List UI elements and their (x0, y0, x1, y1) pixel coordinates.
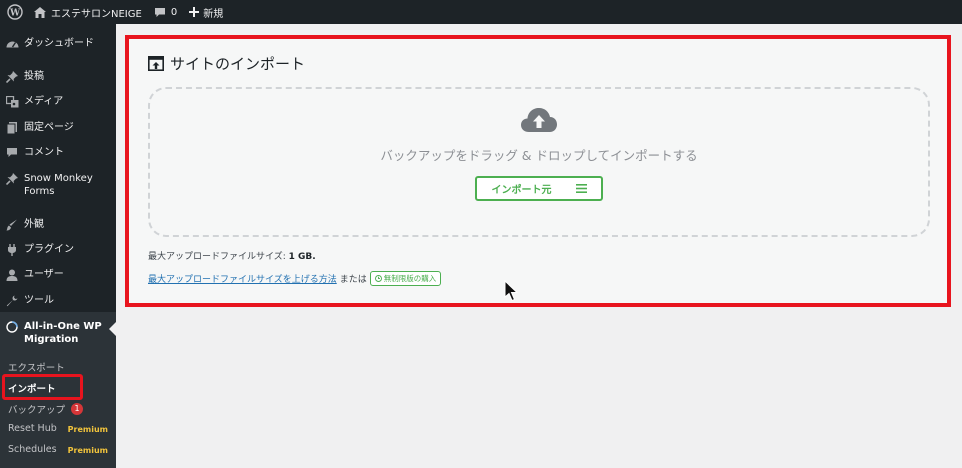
comment-icon (0, 146, 24, 158)
max-upload-size: 最大アップロードファイルサイズ: 1 GB. (148, 252, 316, 262)
sidebar-item-media[interactable]: メディア (0, 95, 116, 108)
page-title: サイトのインポート (148, 53, 305, 74)
page-title-text: サイトのインポート (170, 55, 306, 73)
submenu-item-reset-hub[interactable]: Reset Hub (8, 423, 57, 434)
dashboard-icon (0, 37, 24, 49)
submenu-item-schedules[interactable]: Schedules (8, 444, 57, 455)
migration-icon (0, 320, 24, 333)
sidebar-item-plugins[interactable]: プラグイン (0, 243, 116, 256)
comments-count: 0 (170, 6, 178, 18)
admin-bar: W エステサロンNEIGE 0 新規 (0, 0, 962, 24)
sidebar-item-pages[interactable]: 固定ページ (0, 121, 116, 134)
svg-text:W: W (9, 9, 21, 19)
clock-icon (374, 275, 382, 282)
media-icon (0, 95, 24, 108)
import-from-button[interactable]: インポート元 (475, 176, 603, 201)
site-name: エステサロンNEIGE (51, 8, 142, 20)
pin-icon (0, 172, 24, 185)
backup-count-badge: 1 (71, 403, 84, 415)
drop-zone-text: バックアップをドラッグ & ドロップしてインポートする (380, 148, 698, 163)
buy-unlimited-button[interactable]: 無制限版の購入 (369, 271, 442, 286)
sidebar-item-dashboard[interactable]: ダッシュボード (0, 37, 116, 50)
plugin-icon (0, 243, 24, 256)
sidebar-item-all-in-one-wp-migration[interactable]: All-in-One WP Migration (0, 312, 116, 346)
appearance-icon (0, 218, 24, 231)
sidebar-item-posts[interactable]: 投稿 (0, 70, 116, 83)
comments-link[interactable]: 0 (148, 0, 183, 24)
mouse-cursor-icon (504, 279, 520, 306)
site-name-link[interactable]: エステサロンNEIGE (28, 0, 148, 24)
max-upload-size-value: 1 GB. (288, 252, 316, 262)
premium-tag: Premium (67, 425, 108, 434)
submenu: エクスポート インポート バックアップ 1 Reset Hub Premium … (0, 346, 116, 468)
submenu-item-backup[interactable]: バックアップ 1 (8, 402, 84, 416)
comment-icon (154, 7, 166, 18)
pin-icon (0, 70, 24, 83)
plus-icon (189, 7, 200, 17)
admin-sidebar: ダッシュボード 投稿 メディア 固定ページ コメント Snow Monkey F… (0, 24, 116, 468)
menu-icon (575, 184, 587, 193)
sidebar-item-comments[interactable]: コメント (0, 146, 116, 159)
sidebar-item-users[interactable]: ユーザー (0, 268, 116, 281)
increase-size-row: 最大アップロードファイルサイズを上げる方法 または 無制限版の購入 (148, 271, 442, 286)
cloud-upload-icon (520, 106, 558, 140)
page-icon (0, 121, 24, 134)
user-icon (0, 268, 24, 281)
current-menu-arrow (109, 322, 116, 336)
sidebar-item-tools[interactable]: ツール (0, 294, 116, 307)
or-text: または (339, 275, 367, 285)
home-icon (34, 6, 46, 18)
import-from-label: インポート元 (491, 185, 552, 196)
premium-tag: Premium (67, 446, 108, 455)
highlight-box-import (2, 374, 83, 400)
submenu-item-export[interactable]: エクスポート (8, 360, 65, 374)
new-label: 新規 (203, 8, 224, 20)
sidebar-item-appearance[interactable]: 外観 (0, 218, 116, 231)
increase-size-link[interactable]: 最大アップロードファイルサイズを上げる方法 (148, 272, 337, 285)
wordpress-logo-icon[interactable]: W (2, 0, 28, 24)
sidebar-item-snow-monkey-forms[interactable]: Snow Monkey Forms (0, 172, 116, 198)
import-icon (148, 56, 164, 71)
wrench-icon (0, 294, 24, 307)
new-content-link[interactable]: 新規 (183, 0, 229, 24)
